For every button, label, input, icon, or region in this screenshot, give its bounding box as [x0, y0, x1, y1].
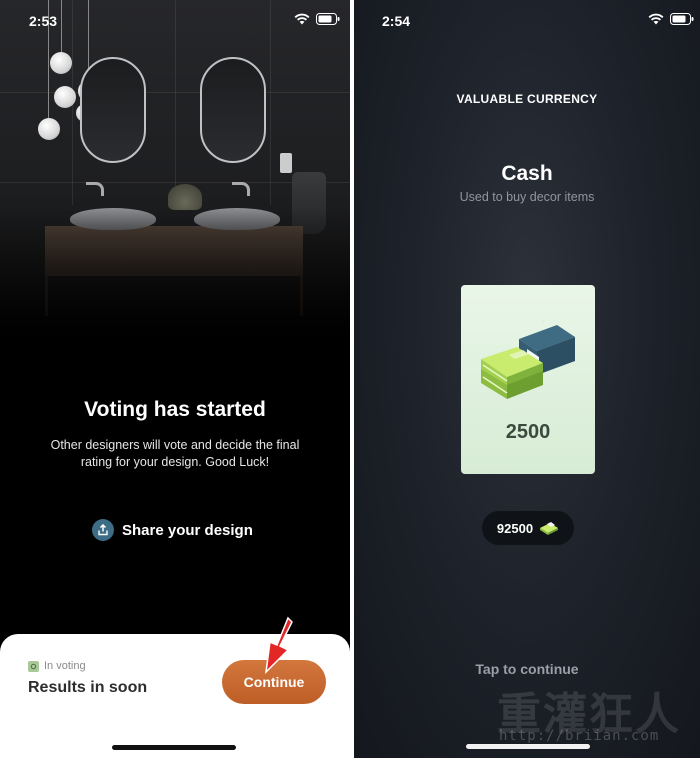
voting-description: Other designers will vote and decide the…: [50, 438, 300, 469]
results-text: Results in soon: [28, 679, 148, 696]
wifi-icon: [648, 13, 664, 25]
share-icon: [92, 519, 114, 541]
status-time: 2:54: [382, 13, 411, 29]
home-indicator[interactable]: [112, 745, 236, 750]
home-indicator[interactable]: [466, 744, 590, 749]
voting-screen: 2:53 Voting has started Other designers …: [0, 0, 350, 758]
share-design-button[interactable]: Share your design: [92, 518, 253, 542]
status-icons: [294, 13, 340, 25]
in-voting-status: In voting: [28, 660, 86, 672]
status-icons: [648, 13, 694, 25]
currency-screen: 2:54 VALUABLE CURRENCY Cash Used to buy …: [354, 0, 700, 758]
room-design-preview: [0, 0, 350, 345]
cash-stack-icon: [481, 321, 575, 399]
red-arrow-pointer: [264, 616, 293, 674]
cash-balance-value: 92500: [496, 520, 534, 536]
screenshot-frame: 2:53 Voting has started Other designers …: [0, 0, 700, 758]
voting-title: Voting has started: [84, 398, 266, 421]
battery-icon: [316, 13, 340, 25]
in-voting-icon: [28, 660, 39, 672]
currency-subtitle: Used to buy decor items: [459, 190, 595, 204]
share-label: Share your design: [122, 521, 253, 539]
cash-reward-amount: 2500: [505, 421, 551, 443]
cash-reward-card[interactable]: 2500: [461, 285, 595, 474]
tap-to-continue[interactable]: Tap to continue: [354, 661, 700, 677]
currency-title: Cash: [501, 162, 553, 185]
in-voting-label: In voting: [44, 660, 86, 672]
small-cash-icon: [540, 522, 559, 535]
cash-balance: 92500: [482, 511, 574, 545]
status-time: 2:53: [29, 13, 58, 29]
fade-overlay: [0, 0, 350, 345]
wifi-icon: [294, 13, 310, 25]
battery-icon: [670, 13, 694, 25]
section-label: VALUABLE CURRENCY: [456, 92, 598, 106]
